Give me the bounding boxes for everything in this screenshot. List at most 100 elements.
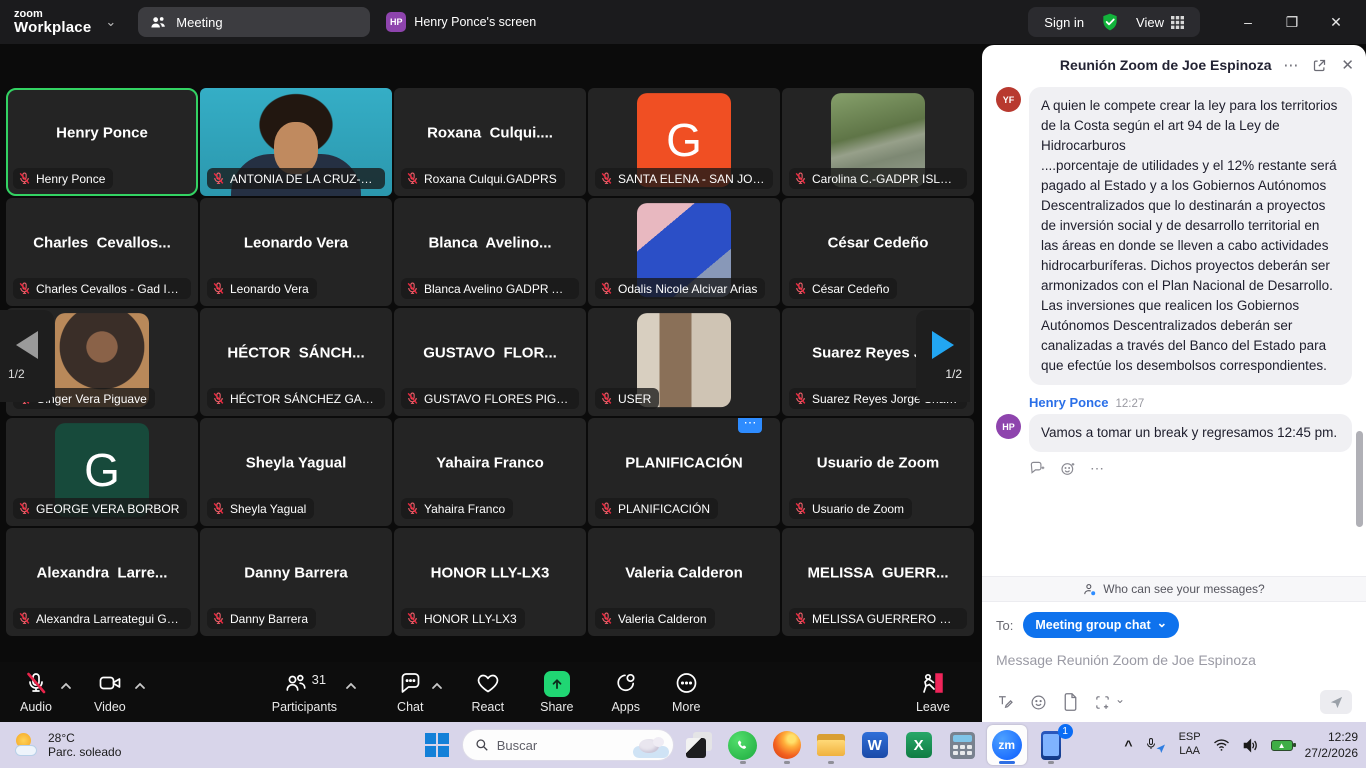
participant-grid: Henry PonceHenry PonceANTONIA DE LA CRUZ… — [6, 88, 974, 636]
close-button[interactable]: ✕ — [1314, 4, 1358, 40]
add-reaction-icon[interactable] — [1060, 461, 1076, 477]
participant-tile[interactable]: ANTONIA DE LA CRUZ-GA... — [200, 88, 392, 196]
weather-widget[interactable]: 28°C Parc. soleado — [14, 731, 121, 759]
participant-tile[interactable]: Leonardo VeraLeonardo Vera — [200, 198, 392, 306]
audio-button[interactable]: Audio — [14, 671, 58, 714]
phone-link-taskbar-button[interactable]: 1 — [1031, 725, 1071, 765]
muted-mic-icon — [212, 502, 225, 515]
participant-tile[interactable]: PLANIFICACIÓN⋯PLANIFICACIÓN — [588, 418, 780, 526]
participant-name-label: USER — [595, 388, 659, 409]
next-page-button[interactable]: 1/2 — [916, 310, 970, 402]
chat-button[interactable]: Chat — [391, 671, 429, 714]
participant-display-name: HÉCTOR SÁNCH... — [200, 345, 392, 362]
leave-button[interactable]: Leave — [910, 671, 956, 714]
previous-page-button[interactable]: 1/2 — [0, 310, 54, 402]
react-button[interactable]: React — [465, 671, 510, 714]
participant-tile[interactable]: Sheyla YagualSheyla Yagual — [200, 418, 392, 526]
message-more-icon[interactable]: ⋯ — [1090, 460, 1104, 477]
participant-tile[interactable]: USER — [588, 308, 780, 416]
participant-tile[interactable]: Roxana Culqui....Roxana Culqui.GADPRS — [394, 88, 586, 196]
format-text-icon[interactable] — [996, 693, 1014, 711]
tab-henry-ponce-screen[interactable]: HP Henry Ponce's screen — [386, 12, 536, 32]
clock[interactable]: 12:29 27/2/2026 — [1305, 729, 1358, 761]
participant-tile[interactable]: Usuario de ZoomUsuario de Zoom — [782, 418, 974, 526]
participant-name-label: Yahaira Franco — [401, 498, 513, 519]
audio-options-chevron[interactable] — [60, 682, 72, 690]
participants-options-chevron[interactable] — [345, 682, 357, 690]
participant-tile[interactable]: GUSTAVO FLOR...GUSTAVO FLORES PIGUAVE — [394, 308, 586, 416]
chat-message-text: A quien le compete crear la ley para los… — [1029, 87, 1352, 385]
screenshot-icon[interactable]: ⌄ — [1094, 694, 1125, 711]
zoom-icon: zm — [992, 730, 1022, 760]
participant-tile[interactable]: César CedeñoCésar Cedeño — [782, 198, 974, 306]
excel-icon: X — [906, 732, 932, 758]
view-button[interactable]: View — [1136, 15, 1184, 30]
apps-button[interactable]: Apps — [605, 671, 646, 714]
participant-tile[interactable]: Alexandra Larre...Alexandra Larreategui … — [6, 528, 198, 636]
video-button[interactable]: Video — [88, 671, 132, 714]
message-input[interactable]: Message Reunión Zoom de Joe Espinoza — [996, 652, 1352, 690]
participant-tile[interactable]: Charles Cevallos...Charles Cevallos - Ga… — [6, 198, 198, 306]
participant-tile[interactable]: Valeria CalderonValeria Calderon — [588, 528, 780, 636]
share-button[interactable]: Share — [534, 671, 579, 714]
calculator-taskbar-button[interactable] — [943, 725, 983, 765]
participant-tile[interactable]: Odalis Nicole Alcivar Arias — [588, 198, 780, 306]
reply-icon[interactable] — [1029, 461, 1046, 476]
participant-tile[interactable]: MELISSA GUERR...MELISSA GUERRERO GADP... — [782, 528, 974, 636]
chat-options-chevron[interactable] — [431, 682, 443, 690]
chat-close-button[interactable]: ✕ — [1341, 56, 1354, 74]
wifi-icon[interactable] — [1213, 738, 1230, 752]
workspace-chevron-icon[interactable]: ⌄ — [105, 14, 116, 30]
explorer-taskbar-button[interactable] — [811, 725, 851, 765]
more-button[interactable]: More — [666, 671, 706, 714]
popout-icon[interactable] — [1312, 58, 1327, 73]
muted-mic-icon — [600, 502, 613, 515]
participant-name-label: Roxana Culqui.GADPRS — [401, 168, 565, 189]
firefox-taskbar-button[interactable] — [767, 725, 807, 765]
tile-more-options-button[interactable]: ⋯ — [738, 418, 762, 433]
participant-tile[interactable]: Danny BarreraDanny Barrera — [200, 528, 392, 636]
participant-name-label: Sheyla Yagual — [207, 498, 314, 519]
emoji-icon[interactable] — [1030, 694, 1047, 711]
whatsapp-taskbar-button[interactable] — [723, 725, 763, 765]
video-options-chevron[interactable] — [134, 682, 146, 690]
participant-name-label: César Cedeño — [789, 278, 897, 299]
participant-tile[interactable]: GGEORGE VERA BORBOR — [6, 418, 198, 526]
muted-mic-icon — [406, 612, 419, 625]
phone-link-icon — [1041, 731, 1061, 760]
windows-taskbar: 28°C Parc. soleado Buscar WXzm 1 ^ — [0, 722, 1366, 768]
recipient-selector[interactable]: Meeting group chat ⌄ — [1023, 612, 1179, 638]
tab-meeting[interactable]: Meeting — [138, 7, 370, 37]
privacy-note[interactable]: Who can see your messages? — [982, 576, 1366, 601]
file-icon[interactable] — [1063, 693, 1078, 711]
zoom-taskbar-button[interactable]: zm — [987, 725, 1027, 765]
participant-name-label: Valeria Calderon — [595, 608, 715, 629]
participants-button[interactable]: 31Participants — [266, 671, 343, 714]
start-button[interactable] — [417, 725, 457, 765]
participant-tile[interactable]: Yahaira FrancoYahaira Franco — [394, 418, 586, 526]
volume-icon[interactable] — [1242, 738, 1259, 753]
participant-tile[interactable]: HÉCTOR SÁNCH...HÉCTOR SÁNCHEZ GAD AT... — [200, 308, 392, 416]
send-button[interactable] — [1320, 690, 1352, 714]
participant-tile[interactable]: Carolina C.-GADPR ISLA SA... — [782, 88, 974, 196]
chat-more-options-button[interactable]: ⋯ — [1283, 56, 1298, 74]
shade-window-taskbar-button[interactable] — [679, 725, 719, 765]
muted-mic-icon — [600, 282, 613, 295]
language-indicator[interactable]: ESP LAA — [1179, 731, 1201, 759]
battery-icon[interactable]: ▲ — [1271, 740, 1293, 751]
chat-sender-name[interactable]: Henry Ponce — [1029, 395, 1108, 410]
participant-tile[interactable]: Henry PonceHenry Ponce — [6, 88, 198, 196]
word-taskbar-button[interactable]: W — [855, 725, 895, 765]
restore-button[interactable]: ❐ — [1270, 4, 1314, 40]
search-box[interactable]: Buscar — [462, 729, 674, 761]
chat-scrollbar[interactable] — [1356, 431, 1363, 527]
excel-taskbar-button[interactable]: X — [899, 725, 939, 765]
minimize-button[interactable]: – — [1226, 4, 1270, 40]
participant-tile[interactable]: Blanca Avelino...Blanca Avelino GADPR AN… — [394, 198, 586, 306]
sign-in-button[interactable]: Sign in — [1044, 15, 1084, 30]
participant-tile[interactable]: HONOR LLY-LX3HONOR LLY-LX3 — [394, 528, 586, 636]
mic-in-use-icon[interactable] — [1145, 736, 1167, 755]
hidden-icons-button[interactable]: ^ — [1124, 737, 1132, 753]
security-shield-icon[interactable] — [1100, 12, 1120, 32]
participant-tile[interactable]: GSANTA ELENA - SAN JOSÉ ... — [588, 88, 780, 196]
